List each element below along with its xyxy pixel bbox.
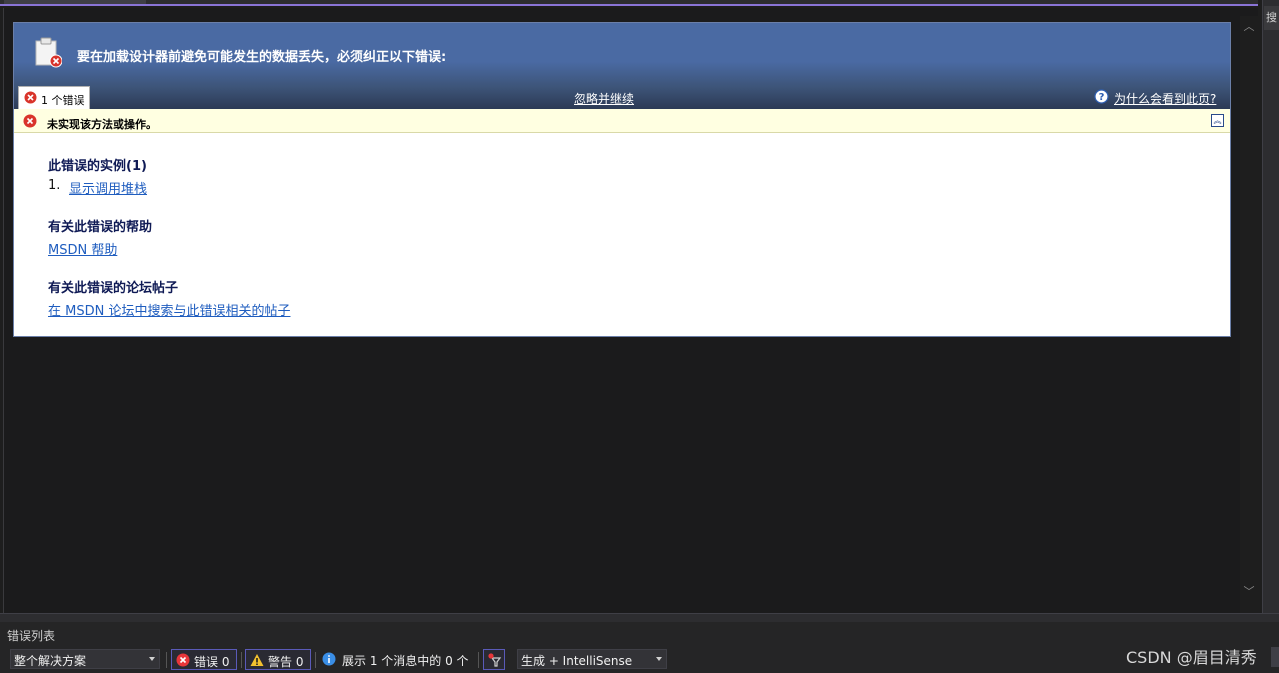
help-heading: 有关此错误的帮助 bbox=[48, 220, 153, 235]
watermark-text: CSDN @眉目清秀 bbox=[1126, 648, 1257, 667]
error-list-panel: 错误列表 整个解决方案 错误 0 警告 0 展示 1 个消息中的 0 个 生成 … bbox=[0, 622, 1279, 673]
filter-funnel-icon bbox=[488, 653, 502, 667]
toolbar-divider bbox=[315, 652, 316, 668]
toolbar-divider bbox=[166, 652, 167, 668]
edge-button[interactable] bbox=[1271, 647, 1279, 667]
right-pane-tab[interactable]: 搜 bbox=[1264, 6, 1279, 30]
editor-vertical-scrollbar[interactable]: ︿ ﹀ bbox=[1240, 16, 1258, 613]
error-x-icon bbox=[23, 114, 37, 128]
tab-error-count[interactable]: 1 个错误 bbox=[18, 86, 90, 109]
svg-text:?: ? bbox=[1099, 92, 1105, 103]
msdn-help-link[interactable]: MSDN 帮助 bbox=[48, 239, 117, 258]
error-x-icon bbox=[24, 91, 37, 104]
ignore-and-continue-link[interactable]: 忽略并继续 bbox=[574, 90, 634, 107]
filter-toggle-button[interactable] bbox=[483, 649, 505, 670]
why-see-page-link[interactable]: 为什么会看到此页? bbox=[1114, 90, 1216, 107]
warnings-filter-button[interactable]: 警告 0 bbox=[245, 649, 311, 670]
document-tab-designer[interactable] bbox=[4, 0, 146, 4]
document-error-icon bbox=[35, 37, 62, 68]
error-list-title: 错误列表 bbox=[7, 629, 56, 643]
toolbar-divider bbox=[478, 652, 479, 668]
messages-filter-label: 展示 1 个消息中的 0 个 bbox=[342, 654, 469, 668]
designer-error-panel: 要在加载设计器前避免可能发生的数据丢失，必须纠正以下错误: 1 个错误 忽略并继… bbox=[13, 22, 1231, 337]
forum-heading: 有关此错误的论坛帖子 bbox=[48, 281, 179, 296]
toolbar-divider bbox=[241, 652, 242, 668]
panel-splitter[interactable] bbox=[0, 613, 1279, 622]
errors-filter-button[interactable]: 错误 0 bbox=[171, 649, 237, 670]
error-panel-title: 要在加载设计器前避免可能发生的数据丢失，必须纠正以下错误: bbox=[77, 50, 447, 65]
build-source-dropdown[interactable]: 生成 + IntelliSense bbox=[517, 649, 667, 669]
build-source-value: 生成 + IntelliSense bbox=[521, 654, 633, 668]
chevron-down-icon bbox=[656, 657, 662, 661]
error-message-text: 未实现该方法或操作。 bbox=[47, 118, 157, 131]
scroll-down-icon[interactable]: ﹀ bbox=[1242, 585, 1256, 599]
scope-dropdown[interactable]: 整个解决方案 bbox=[10, 649, 160, 669]
tab-error-count-label: 1 个错误 bbox=[41, 94, 85, 107]
error-panel-header: 要在加载设计器前避免可能发生的数据丢失，必须纠正以下错误: 1 个错误 忽略并继… bbox=[14, 23, 1230, 109]
instance-number: 1. bbox=[48, 178, 61, 193]
scope-dropdown-value: 整个解决方案 bbox=[14, 654, 87, 668]
right-side-pane: 搜 bbox=[1262, 0, 1279, 618]
help-question-icon[interactable]: ? bbox=[1094, 89, 1109, 104]
collapse-chevron-icon[interactable]: ︽ bbox=[1211, 114, 1224, 127]
document-tab-strip bbox=[0, 0, 1258, 6]
scroll-up-icon[interactable]: ︿ bbox=[1242, 20, 1256, 34]
info-icon bbox=[322, 652, 336, 666]
error-x-icon bbox=[176, 653, 190, 667]
warnings-filter-label: 警告 0 bbox=[268, 655, 304, 669]
error-message-bar: 未实现该方法或操作。 ︽ bbox=[14, 109, 1230, 133]
chevron-down-icon bbox=[149, 657, 155, 661]
msdn-forum-search-link[interactable]: 在 MSDN 论坛中搜索与此错误相关的帖子 bbox=[48, 300, 290, 319]
show-call-stack-link[interactable]: 显示调用堆栈 bbox=[69, 178, 147, 197]
errors-filter-label: 错误 0 bbox=[194, 655, 230, 669]
warning-triangle-icon bbox=[250, 654, 264, 666]
instances-heading: 此错误的实例(1) bbox=[48, 159, 147, 174]
